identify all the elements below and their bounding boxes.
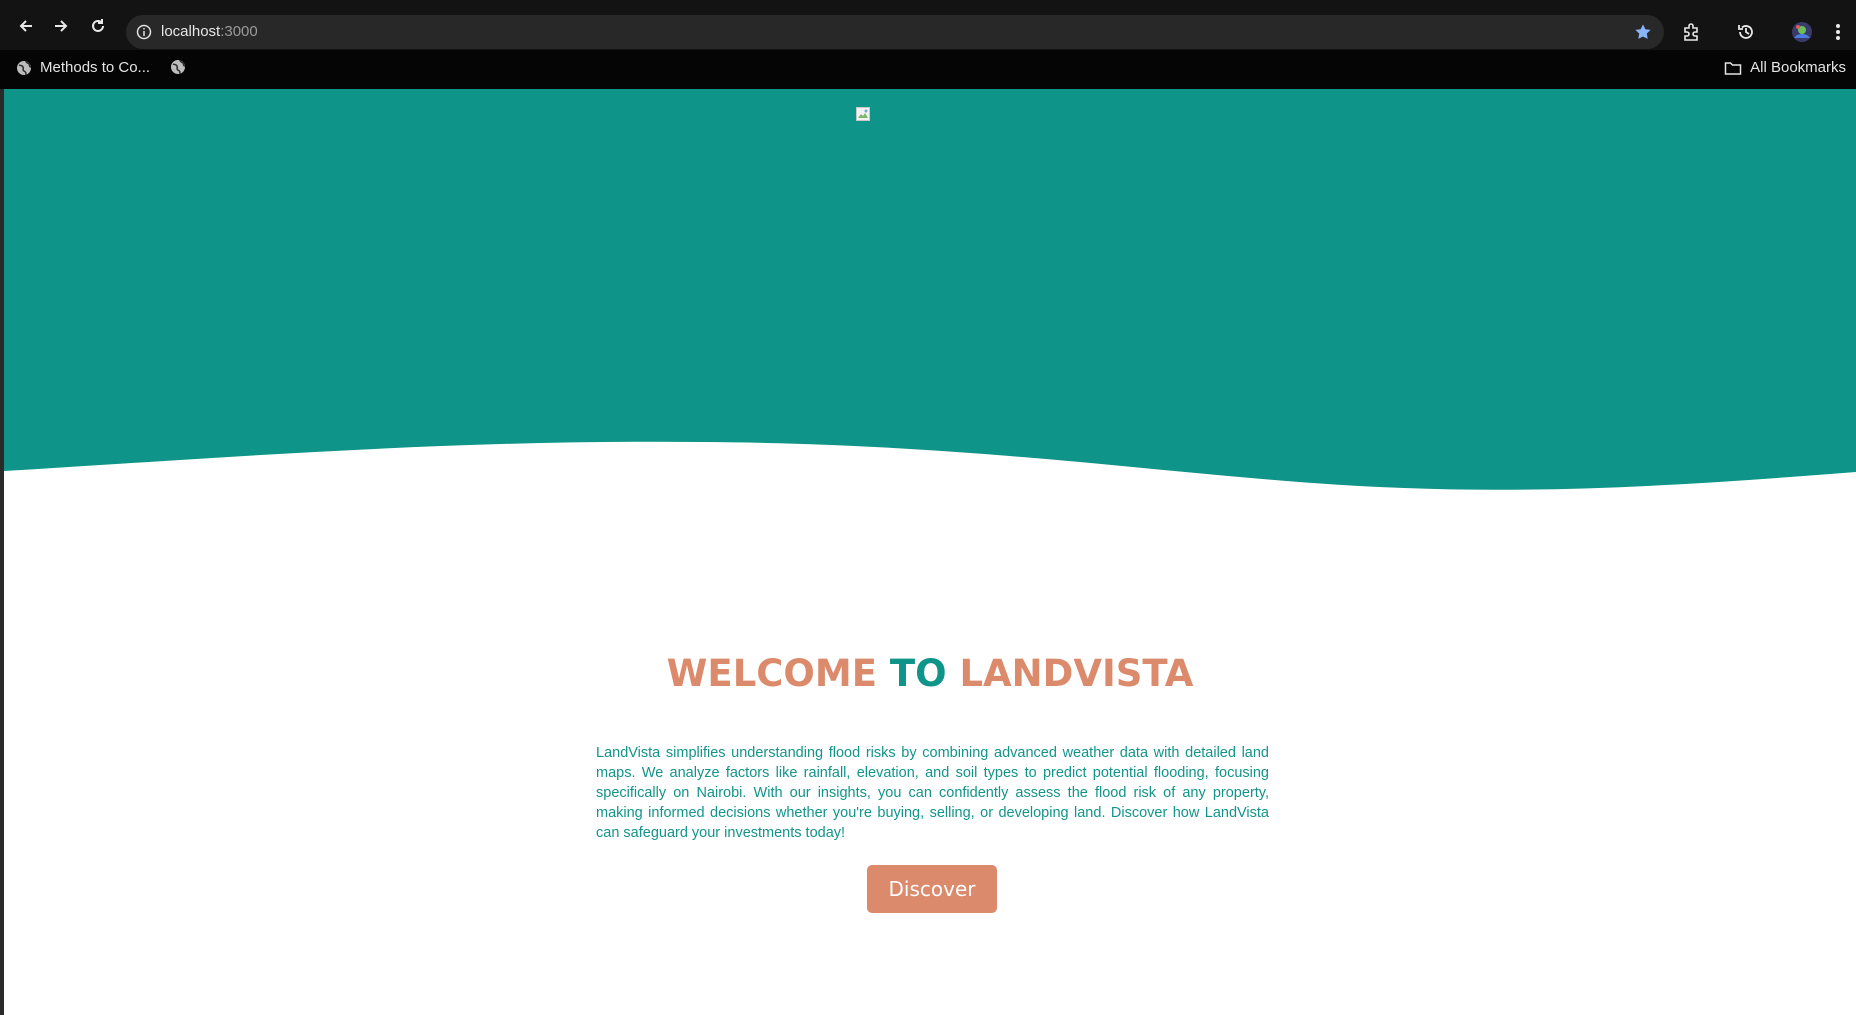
menu-button[interactable] [1826, 20, 1850, 44]
forward-button[interactable] [49, 14, 73, 38]
bookmark-label: Methods to Co... [40, 59, 151, 76]
bookmarks-bar: Methods to Co... All Bookmarks [0, 50, 1856, 89]
bookmark-item[interactable]: Methods to Co... [16, 59, 150, 76]
hero-wave-banner [4, 89, 1856, 490]
browser-toolbar: localhost:3000 [0, 0, 1856, 50]
title-welcome: WELCOME [666, 652, 890, 695]
url-text: localhost:3000 [161, 23, 258, 40]
page-title: WELCOME TO LANDVISTA [4, 652, 1856, 695]
history-button[interactable] [1734, 20, 1758, 44]
page-content: WELCOME TO LANDVISTA LandVista simplifie… [4, 89, 1856, 1015]
star-icon[interactable] [1634, 23, 1652, 41]
all-bookmarks-button[interactable]: All Bookmarks [1724, 59, 1846, 76]
reload-button[interactable] [86, 14, 110, 38]
globe-icon [17, 60, 32, 75]
broken-image-icon [856, 107, 870, 121]
extensions-button[interactable] [1680, 20, 1704, 44]
title-to: TO [889, 652, 947, 695]
reload-icon [92, 19, 104, 32]
address-bar[interactable]: localhost:3000 [126, 15, 1664, 49]
title-landvista: LANDVISTA [946, 652, 1194, 695]
menu-icon [1836, 24, 1840, 40]
url-host: localhost [161, 23, 221, 40]
forward-icon [55, 20, 68, 32]
folder-icon [1724, 61, 1742, 75]
url-port: :3000 [220, 23, 258, 40]
info-icon[interactable] [136, 24, 152, 40]
back-button[interactable] [14, 14, 38, 38]
extensions-icon [1684, 23, 1698, 41]
globe-icon [171, 59, 186, 75]
profile-button[interactable] [1790, 20, 1814, 44]
profile-avatar-icon [1792, 22, 1812, 42]
back-icon [19, 20, 32, 32]
discover-button[interactable]: Discover [867, 865, 997, 913]
all-bookmarks-label: All Bookmarks [1750, 59, 1846, 76]
history-icon [1738, 25, 1753, 39]
bookmark-item[interactable] [170, 59, 194, 75]
hero-description: LandVista simplifies understanding flood… [596, 745, 1269, 841]
